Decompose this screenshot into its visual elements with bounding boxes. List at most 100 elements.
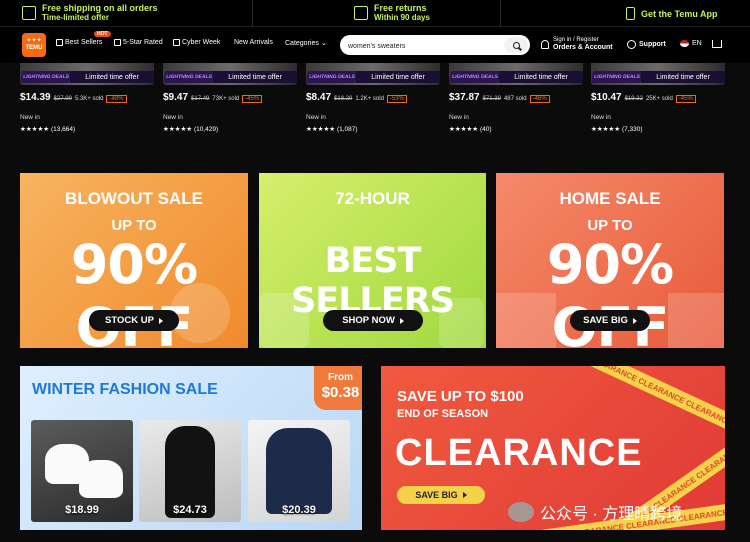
nav-label: Best Sellers [65,39,103,46]
chevron-down-icon: ⌄ [320,40,327,47]
new-in-label: New in [449,114,469,121]
get-app-promo[interactable]: Get the Temu App [626,7,718,20]
headset-icon [627,40,636,49]
rating: ★★★★★ (1,087) [306,126,358,133]
banner-title: WINTER FASHION SALE [32,381,218,398]
stock-up-button[interactable]: STOCK UP [89,310,179,331]
tile-price: $18.99 [65,504,99,516]
banner-headline: BEST SELLERS [291,241,455,321]
free-shipping-promo[interactable]: Free shipping on all orders Time-limited… [22,3,158,23]
language-label: EN [692,40,702,47]
original-price: $71.39 [482,96,501,102]
price: $37.87 [449,92,480,103]
support-label: Support [639,41,666,48]
free-returns-promo[interactable]: Free returns Within 90 days [354,3,430,23]
cta-label: SAVE BIG [415,490,458,500]
product-tile-coat[interactable]: $24.73 [139,420,241,522]
product-tile-boots[interactable]: $18.99 [31,420,133,522]
search-icon [512,41,520,49]
blowout-sale-banner[interactable]: BLOWOUT SALE UP TO 90% OFF STOCK UP [20,173,248,348]
lightning-deals-strip: LIGHTNING DEALS Limited time offer $14.3… [0,63,750,140]
lightning-deals-tag: LIGHTNING DEALS [163,71,215,83]
nav-label: Cyber Week [182,39,221,46]
wechat-icon [508,502,534,522]
search-input[interactable] [340,36,500,57]
product-card[interactable]: LIGHTNING DEALS Limited time offer $14.3… [20,63,154,140]
banner-upto: UP TO [587,217,633,234]
user-icon [541,40,549,49]
divider [500,0,501,27]
play-arrow-icon [462,492,467,498]
lightning-deals-tag: LIGHTNING DEALS [591,71,643,83]
nav-best-sellers[interactable]: Best Sellers [56,39,102,46]
product-card[interactable]: LIGHTNING DEALS Limited time offer $10.4… [591,63,725,140]
price: $8.47 [306,92,332,103]
nav-label: 5-Star Rated [123,39,163,46]
winter-fashion-banner[interactable]: WINTER FASHION SALE From $0.38 $18.99 $2… [20,366,362,530]
nav-new-arrivals[interactable]: New Arrivals [234,39,273,46]
price: $9.47 [163,92,189,103]
wechat-watermark: 公众号 · 方理晴跨境 [508,500,682,524]
hot-badge: HOT [94,31,111,37]
sold-count: 25K+ sold [645,96,673,102]
sold-count: 5.3K+ sold [74,96,104,102]
product-card[interactable]: LIGHTNING DEALS Limited time offer $37.8… [449,63,583,140]
rating: ★★★★★ (7,330) [591,126,643,133]
discount-badge: -46% [529,95,550,103]
watermark-text: 公众号 · 方理晴跨境 [540,506,683,523]
sold-count: 1.2K+ sold [355,96,384,102]
search-button[interactable] [504,37,528,53]
nav-cyber-week[interactable]: Cyber Week [173,39,220,46]
discount-badge: -45% [242,95,263,103]
product-card[interactable]: LIGHTNING DEALS Limited time offer $9.47… [163,63,297,140]
sold-count: 487 sold [503,96,527,102]
new-in-label: New in [20,114,40,121]
temu-logo[interactable]: ✦✦✦ TEMU [22,33,46,57]
lightning-deals-tag: LIGHTNING DEALS [449,71,501,83]
nav-five-star[interactable]: 5-Star Rated [114,39,163,46]
banner-title: 72-HOUR [335,189,410,208]
lightning-deals-tag: LIGHTNING DEALS [20,71,72,83]
logo-mark: ✦✦✦ [26,38,42,44]
save-big-button[interactable]: SAVE BIG [570,310,650,331]
original-price: $27.99 [53,96,72,102]
original-price: $19.32 [624,96,643,102]
sold-count: 73K+ sold [212,96,240,102]
save-up-to-label: SAVE UP TO $100 [397,388,524,405]
check-icon [22,6,36,20]
promo-returns-sub: Within 90 days [374,13,430,22]
from-price: $0.38 [321,384,360,401]
language-selector[interactable]: EN [680,40,702,47]
truck-icon [354,6,368,20]
header-nav: ✦✦✦ TEMU Best Sellers HOT 5-Star Rated C… [0,27,750,63]
logo-text: TEMU [25,45,43,51]
limited-offer-label: Limited time offer [213,71,297,83]
divider [252,0,253,27]
shop-now-button[interactable]: SHOP NOW [323,310,423,331]
star-icon [114,39,121,46]
promo-app-label: Get the Temu App [641,8,718,19]
phone-icon [626,7,635,20]
save-big-button[interactable]: SAVE BIG [397,486,485,504]
from-label: From [328,372,353,383]
discount-badge: -48% [106,95,127,103]
new-in-label: New in [163,114,183,121]
tile-price: $24.73 [173,504,207,516]
price: $10.47 [591,92,622,103]
support-link[interactable]: Support [627,40,666,49]
banner-title: HOME SALE [559,189,661,208]
limited-offer-label: Limited time offer [70,71,154,83]
new-in-label: New in [591,114,611,121]
cta-label: STOCK UP [105,315,154,326]
product-card[interactable]: LIGHTNING DEALS Limited time offer $8.47… [306,63,440,140]
nav-categories[interactable]: Categories ⌄ [285,39,327,48]
calendar-icon [173,39,180,46]
account-menu[interactable]: Sign in / Register Orders & Account [541,37,613,52]
cart-icon[interactable] [712,40,722,48]
account-orders: Orders & Account [553,44,613,51]
tile-price: $20.39 [282,504,316,516]
product-tile-jacket[interactable]: $20.39 [248,420,350,522]
nav-label: New Arrivals [234,39,273,46]
best-sellers-banner[interactable]: 72-HOUR BEST SELLERS SHOP NOW [259,173,486,348]
home-sale-banner[interactable]: HOME SALE UP TO 90% OFF SAVE BIG [496,173,724,348]
